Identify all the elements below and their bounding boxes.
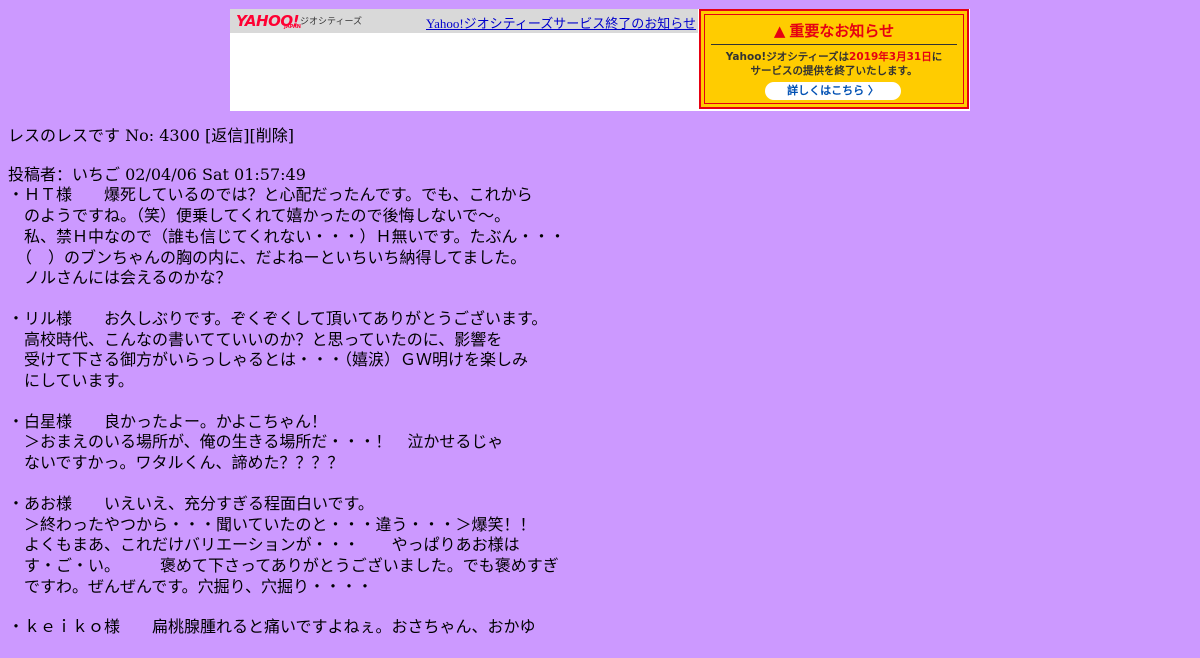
reply-paragraph: ・白星様 良かったよー。かよこちゃん！ ＞おまえのいる場所が、俺の生きる場所だ・…	[8, 411, 504, 473]
poster-line: 投稿者：いちご 02/04/06 Sat 01:57:49	[8, 164, 306, 184]
reply-paragraph: ・ｋｅｉｋｏ様 扁桃腺腫れると痛いですよねぇ。おさちゃん、おかゆ	[8, 617, 536, 637]
important-notice-box[interactable]: ▲ 重要なお知らせ Yahoo!ジオシティーズは2019年3月31日に サービスの…	[699, 9, 969, 109]
notice-title: ▲ 重要なお知らせ	[701, 20, 967, 41]
notice-text: Yahoo!ジオシティーズは2019年3月31日に サービスの提供を終了いたしま…	[701, 50, 967, 78]
reply-paragraph: ・ＨＴ様 爆死しているのでは？と心配だったんです。でも、これから のようですね。…	[8, 185, 566, 288]
notice-line1-post: に	[931, 51, 943, 63]
notice-divider	[711, 44, 957, 45]
reply-paragraph: ・あお様 いえいえ、充分すぎる程面白いです。 ＞終わったやつから・・・聞いていた…	[8, 493, 559, 596]
notice-line1-pre: Yahoo!ジオシティーズは	[725, 51, 850, 63]
post-heading: レスのレスです No: 4300 [返信][削除]	[8, 126, 294, 145]
notice-line2: サービスの提供を終了いたします。	[750, 65, 918, 77]
yahoo-logo-sub: JAPAN	[284, 24, 301, 30]
post-content: レスのレスです No: 4300 [返信][削除] 投稿者：いちご 02/04/…	[8, 126, 1188, 658]
geocities-banner: YAHOO! JAPAN ジオシティーズ Yahoo!ジオシティーズサービス終了…	[230, 9, 970, 111]
notice-date: 2019年3月31日	[849, 51, 932, 63]
service-end-link[interactable]: Yahoo!ジオシティーズサービス終了のお知らせ	[426, 13, 696, 32]
geocities-label: ジオシティーズ	[300, 17, 363, 27]
notice-title-text: 重要なお知らせ	[789, 22, 895, 40]
reply-paragraph: ・リル様 お久しぶりです。ぞくぞくして頂いてありがとうございます。 高校時代、こ…	[8, 308, 548, 391]
warning-icon: ▲	[773, 22, 786, 40]
details-button[interactable]: 詳しくはこちら 〉	[765, 82, 901, 100]
